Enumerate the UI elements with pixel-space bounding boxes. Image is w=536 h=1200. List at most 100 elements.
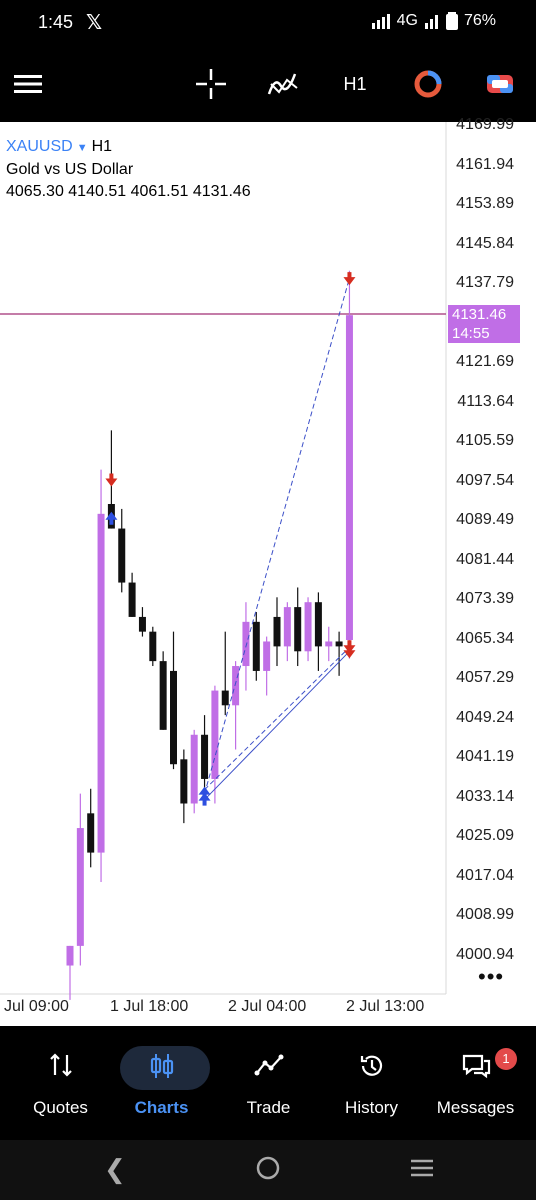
candle-body [232,666,240,706]
history-icon [360,1055,382,1076]
trade-annotations-layer [105,272,356,806]
system-navigation-bar: ❮ [0,1140,536,1200]
candle-body [76,828,84,946]
messages-badge: 1 [495,1048,517,1070]
price-axis-label: 4017.04 [456,866,514,884]
symbol-name: Gold vs US Dollar [6,161,134,178]
price-axis-label: 4153.89 [456,195,514,213]
new-order-icon [487,75,513,93]
price-axis-label: 4008.99 [456,906,514,924]
price-axis-label: 4025.09 [456,827,514,845]
indicators-button[interactable] [266,64,300,104]
candle-body [263,641,271,671]
sell-arrow-icon [343,272,356,286]
chat-icon [462,1054,490,1079]
price-axis-label: 4169.99 [456,116,514,133]
candle-body [273,616,281,647]
recents-icon[interactable] [408,1154,436,1189]
indicators-icon [267,73,298,95]
hamburger-icon [14,75,42,93]
price-axis-label: 4073.39 [456,590,514,608]
candle-body [314,602,322,647]
candle-body [283,607,291,647]
crosshair-button[interactable] [194,64,228,104]
candle-body [149,631,157,662]
price-axis-label: 4041.19 [456,748,514,766]
x-app-icon: 𝕏 [86,12,103,34]
price-axis-label: 4161.94 [456,155,514,173]
network-type: 4G [396,12,418,29]
candle-body [97,513,105,853]
menu-button[interactable] [14,64,42,104]
battery-icon [445,12,458,30]
symbol-info: XAUUSD ▼ H1 Gold vs US Dollar 4065.30 4140… [6,136,251,203]
symbol-timeframe: H1 [91,138,113,155]
time-axis-label: 1 Jul 18:00 [110,998,189,1015]
price-axis-label: 4057.29 [456,669,514,687]
trade-link-line [204,646,350,791]
nav-quotes[interactable]: Quotes [7,1026,114,1140]
status-bar: 1:45 𝕏 4G 76% [0,0,536,46]
trade-link-line [204,278,350,794]
price-axis-label: 4113.64 [457,392,514,410]
timeframe-button[interactable]: H1 [338,64,372,104]
back-icon[interactable]: ❮ [104,1154,126,1185]
price-axis-label: 4065.34 [456,629,514,647]
chart-toolbar: H1 [0,46,536,122]
candle-body [128,582,136,617]
price-axis-label: 4033.14 [456,787,514,805]
candle-body [190,734,198,804]
candle-body [335,641,343,647]
bottom-navigation: Quotes Charts Trade History 1 Messages [0,1026,536,1140]
candle-body [170,670,177,765]
candle-body [252,621,260,671]
candle-body [325,641,333,647]
nav-charts-label: Charts [134,1098,189,1117]
price-axis-label: 4081.44 [456,550,514,568]
candle-body [159,661,167,730]
symbol-dropdown-icon[interactable]: ▼ [77,142,88,154]
candle-body [242,621,250,667]
candle-body [211,690,219,779]
price-chart[interactable]: XAUUSD ▼ H1 Gold vs US Dollar 4065.30 4140… [0,116,536,1026]
nav-trade-label: Trade [246,1098,291,1117]
buy-arrow-icon [105,511,118,525]
nav-messages[interactable]: 1 Messages [422,1026,529,1140]
bar-countdown: 14:55 [452,325,490,342]
one-click-trading-button[interactable] [412,64,444,104]
price-axis-label: 4137.79 [456,274,514,292]
current-price-value: 4131.46 [452,306,507,323]
candle-body [304,602,312,652]
price-axis-label: 4089.49 [456,511,514,529]
more-options-icon[interactable]: ••• [478,964,504,990]
candle-body [118,528,126,583]
candles-icon [150,1054,173,1078]
time-axis-label: 2 Jul 13:00 [346,998,425,1015]
nav-messages-label: Messages [436,1098,515,1117]
candles-layer [66,270,353,1000]
price-axis-label: 4000.94 [456,946,514,963]
signal-icon-2 [424,15,438,29]
nav-history-label: History [345,1098,398,1117]
candle-body [138,616,146,632]
nav-quotes-label: Quotes [33,1098,88,1117]
price-axis-label: 4049.24 [456,708,514,726]
price-axis-label: 4145.84 [456,234,514,252]
chart-canvas[interactable] [0,122,536,1026]
current-price-tag: 4131.46 14:55 [448,305,520,343]
candle-body [180,759,188,804]
trend-icon [254,1054,283,1076]
time-axis-label: Jul 09:00 [4,998,69,1015]
one-click-trading-icon [414,70,442,98]
candle-body [201,734,209,779]
new-order-button[interactable] [484,64,516,104]
symbol-header[interactable]: XAUUSD ▼ H1 [6,136,251,159]
nav-trade[interactable]: Trade [215,1026,322,1140]
status-right: 4G 76% [371,12,496,30]
symbol-code[interactable]: XAUUSD [6,138,73,155]
nav-history[interactable]: History [318,1026,425,1140]
price-axis-label: 4121.69 [456,353,514,371]
nav-charts[interactable]: Charts [108,1026,215,1140]
home-icon[interactable] [254,1154,282,1189]
candle-body [66,945,74,966]
